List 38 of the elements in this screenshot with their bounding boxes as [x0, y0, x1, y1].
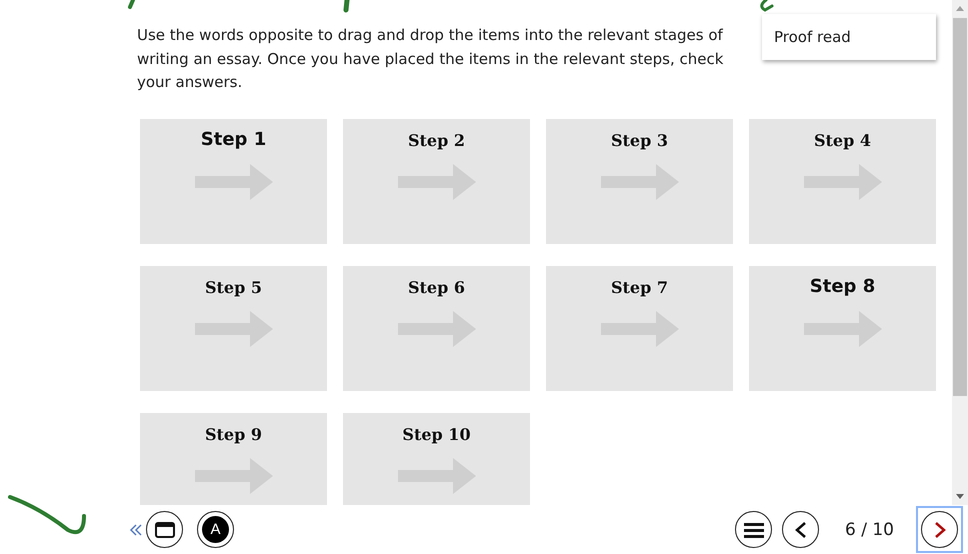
drop-zone[interactable]: Step 10 — [343, 412, 530, 505]
step-label: Step 3 — [610, 130, 668, 150]
step-label: Step 4 — [814, 130, 871, 150]
menu-icon — [742, 520, 765, 538]
drop-zone[interactable]: Step 7 — [546, 266, 733, 390]
ink-stroke — [344, 0, 350, 12]
drop-zone[interactable]: Step 4 — [749, 118, 936, 244]
drop-zone[interactable]: Step 8 — [749, 266, 936, 390]
step-label: Step 10 — [402, 424, 471, 444]
scrollbar[interactable] — [952, 0, 968, 505]
chevron-left-icon — [794, 520, 808, 538]
draggable-item[interactable]: Proof read — [762, 14, 936, 60]
window-button[interactable] — [146, 511, 183, 548]
menu-button[interactable] — [735, 511, 772, 548]
window-icon — [154, 520, 176, 538]
drop-zone[interactable]: Step 3 — [546, 118, 733, 244]
page-indicator: 6 / 10 — [845, 520, 894, 540]
ink-stroke — [128, 0, 135, 9]
step-label: Step 9 — [204, 424, 262, 444]
drop-zone[interactable]: Step 6 — [343, 266, 530, 390]
step-label: Step 2 — [408, 130, 465, 150]
instructions-text: Use the words opposite to drag and drop the items into the relevant stages of writing an essay. Once you have placed the items in the relevant steps, check your answers. — [137, 25, 724, 93]
avatar-letter: A — [202, 516, 229, 543]
drop-zone[interactable]: Step 2 — [343, 118, 530, 244]
step-label: Step 5 — [204, 278, 262, 296]
ink-stroke — [760, 0, 774, 12]
accessibility-button[interactable]: A — [197, 511, 234, 548]
step-label: Step 1 — [200, 128, 266, 150]
drop-zone[interactable]: Step 5 — [140, 266, 327, 390]
step-label: Step 8 — [810, 276, 876, 296]
previous-button[interactable] — [782, 511, 820, 548]
step-label: Step 6 — [408, 278, 465, 296]
step-label: Step 7 — [610, 278, 668, 296]
double-chevron-left-icon[interactable] — [128, 522, 144, 536]
drop-zone[interactable]: Step 1 — [140, 118, 327, 244]
chevron-right-icon — [932, 520, 946, 538]
scrollbar-thumb[interactable] — [953, 18, 967, 396]
drop-zone[interactable]: Step 9 — [140, 412, 327, 505]
